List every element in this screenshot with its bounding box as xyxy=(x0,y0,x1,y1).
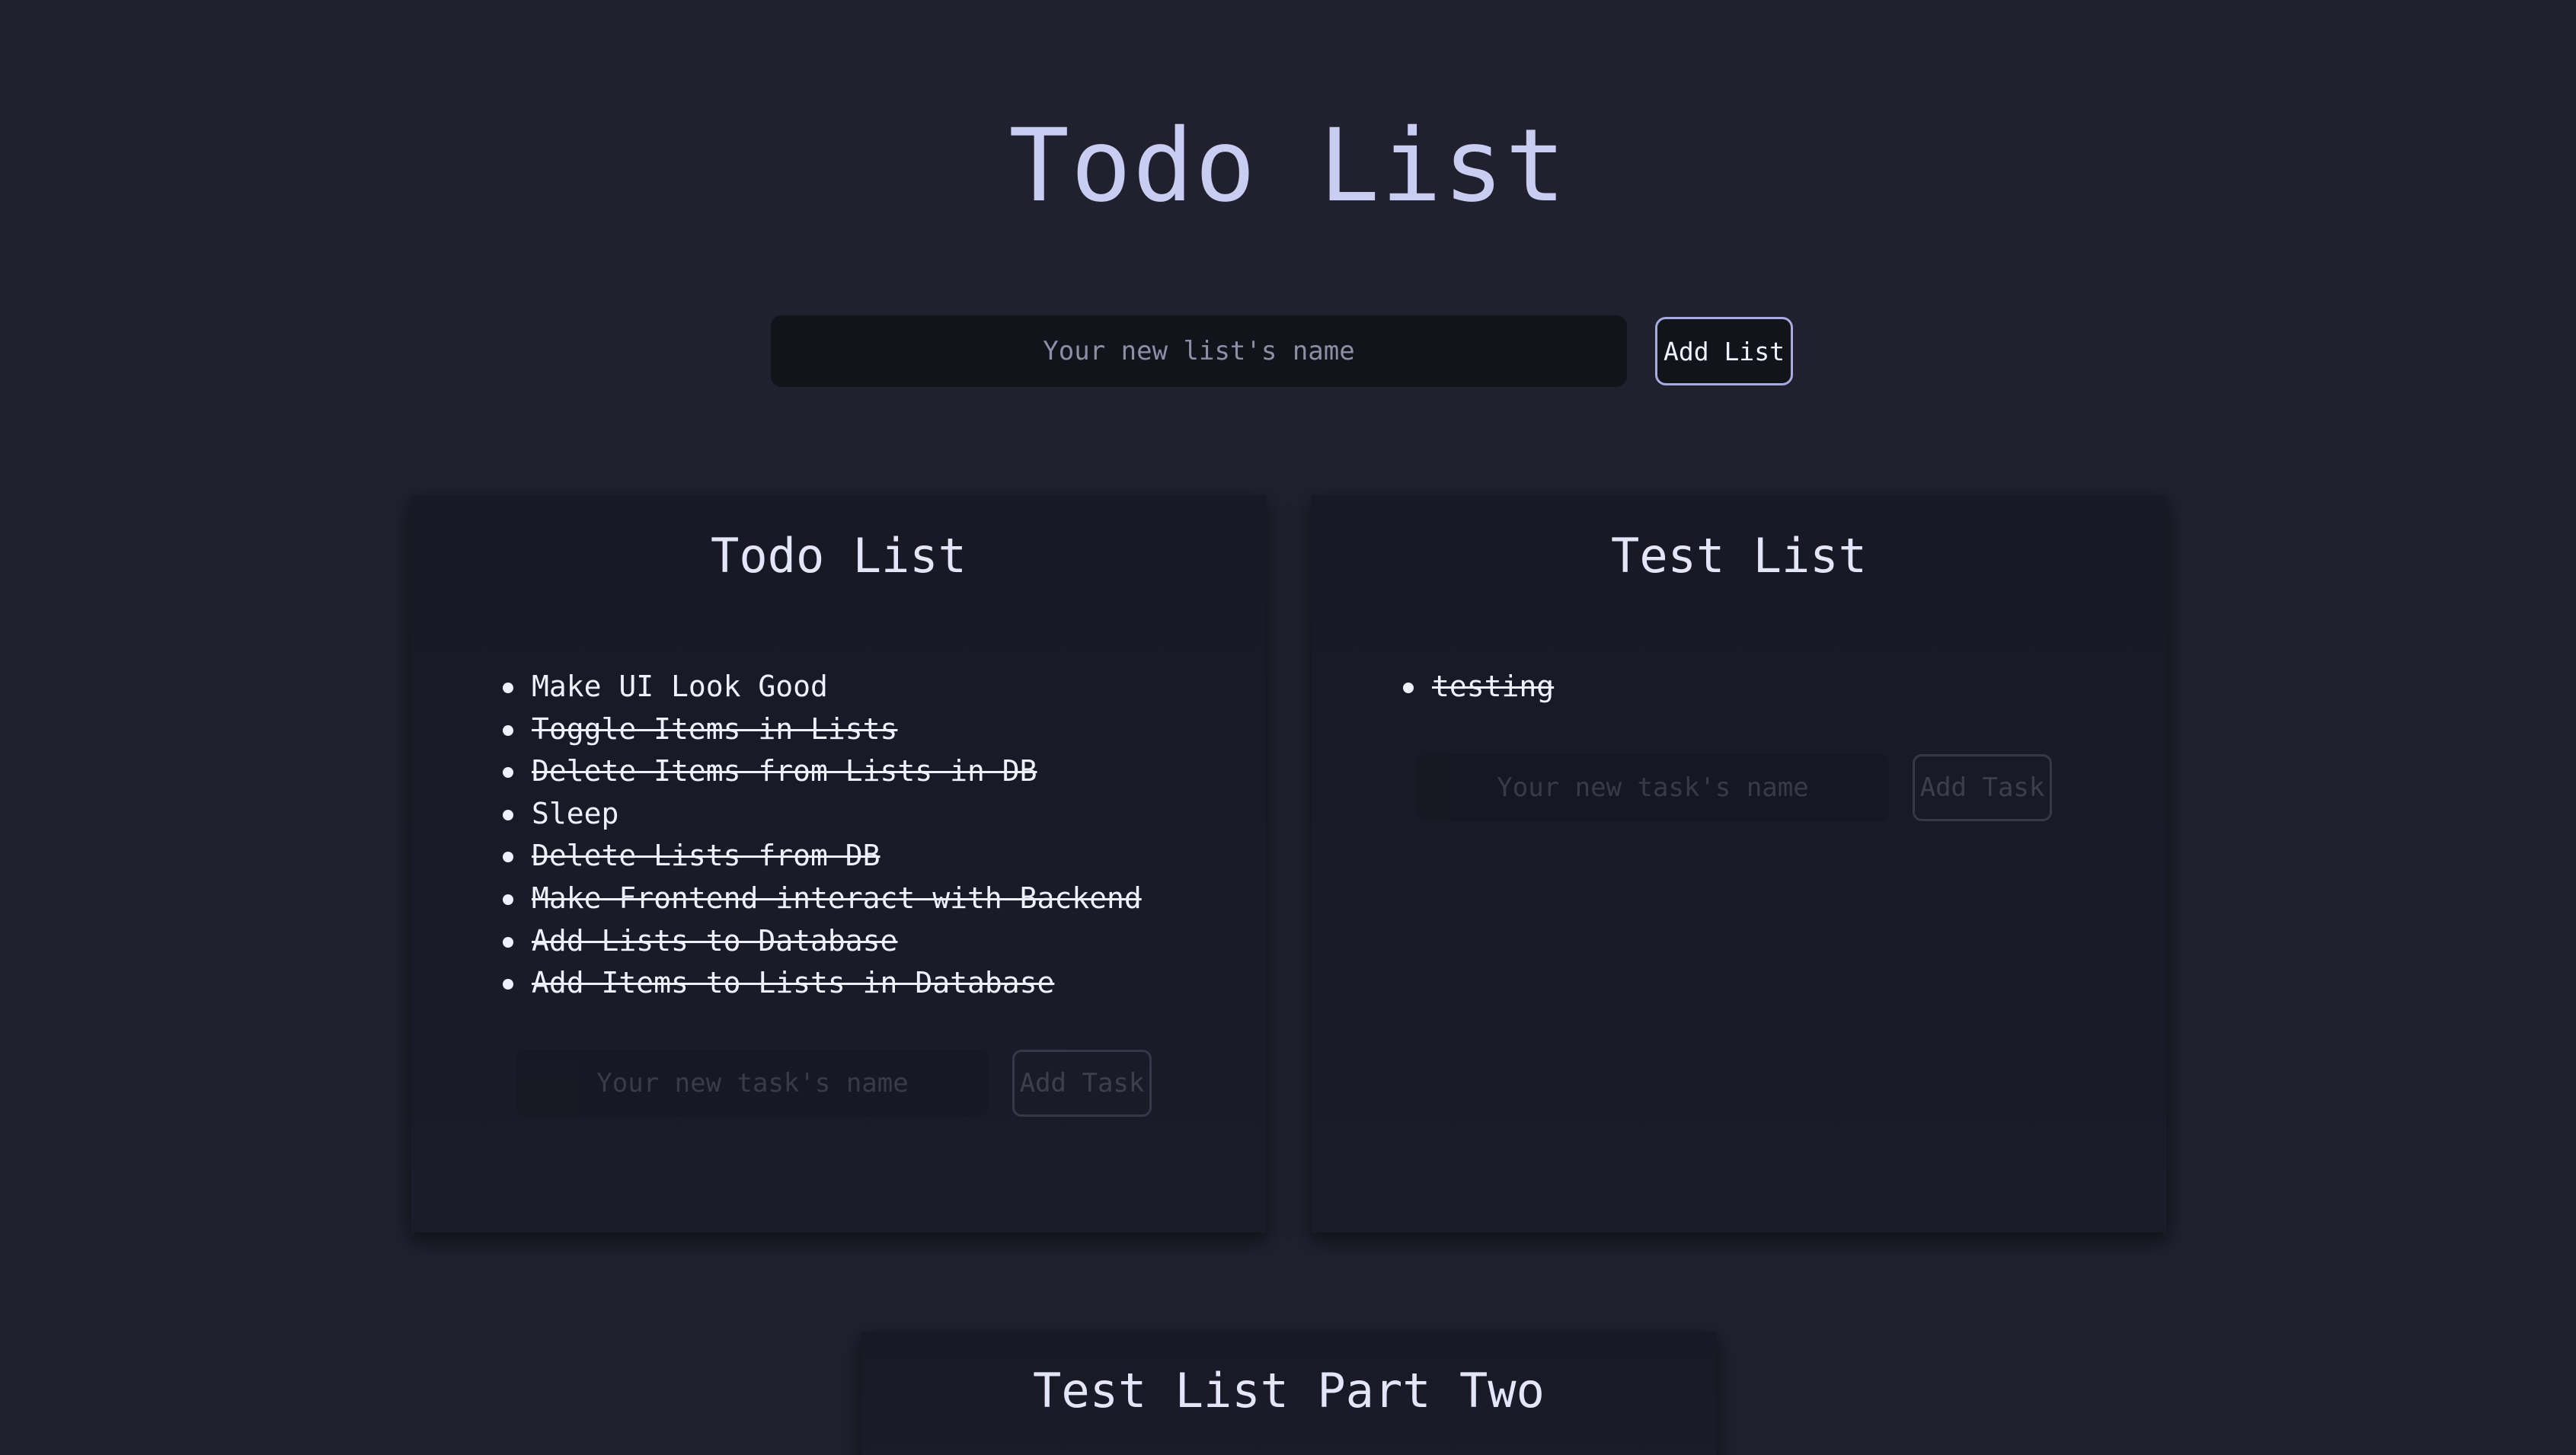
task-item[interactable]: Delete Lists from DB xyxy=(503,835,1142,878)
task-item[interactable]: Toggle Items in Lists xyxy=(503,708,1142,751)
add-list-button[interactable]: Add List xyxy=(1655,317,1793,385)
list-card-test-list: Test List testing Add Task xyxy=(1312,495,2166,1233)
list-title: Test List Part Two xyxy=(1033,1363,1545,1418)
new-task-name-input[interactable] xyxy=(1417,754,1889,821)
list-card-todo-list: Todo List Make UI Look Good Toggle Items… xyxy=(411,495,1266,1233)
task-list: Make UI Look Good Toggle Items in Lists … xyxy=(503,666,1142,1005)
new-task-name-input[interactable] xyxy=(516,1050,989,1117)
task-item[interactable]: Add Items to Lists in Database xyxy=(503,962,1142,1005)
task-item[interactable]: Delete Items from Lists in DB xyxy=(503,750,1142,793)
task-item[interactable]: Make Frontend interact with Backend xyxy=(503,878,1142,920)
list-title: Test List xyxy=(1611,528,1867,584)
app-title: Todo List xyxy=(1008,107,1568,225)
task-list: testing xyxy=(1403,666,1554,708)
add-task-button[interactable]: Add Task xyxy=(1012,1050,1152,1117)
task-item[interactable]: testing xyxy=(1403,666,1554,708)
task-item[interactable]: Sleep xyxy=(503,793,1142,836)
task-item[interactable]: Add Lists to Database xyxy=(503,920,1142,963)
new-list-name-input[interactable] xyxy=(771,315,1627,387)
todo-app-page: Todo List Add List Todo List Make UI Loo… xyxy=(0,0,2576,1455)
list-card-test-list-part-two: Test List Part Two xyxy=(861,1332,1716,1455)
list-title: Todo List xyxy=(711,528,967,584)
task-item[interactable]: Make UI Look Good xyxy=(503,666,1142,708)
add-task-button[interactable]: Add Task xyxy=(1913,754,2052,821)
